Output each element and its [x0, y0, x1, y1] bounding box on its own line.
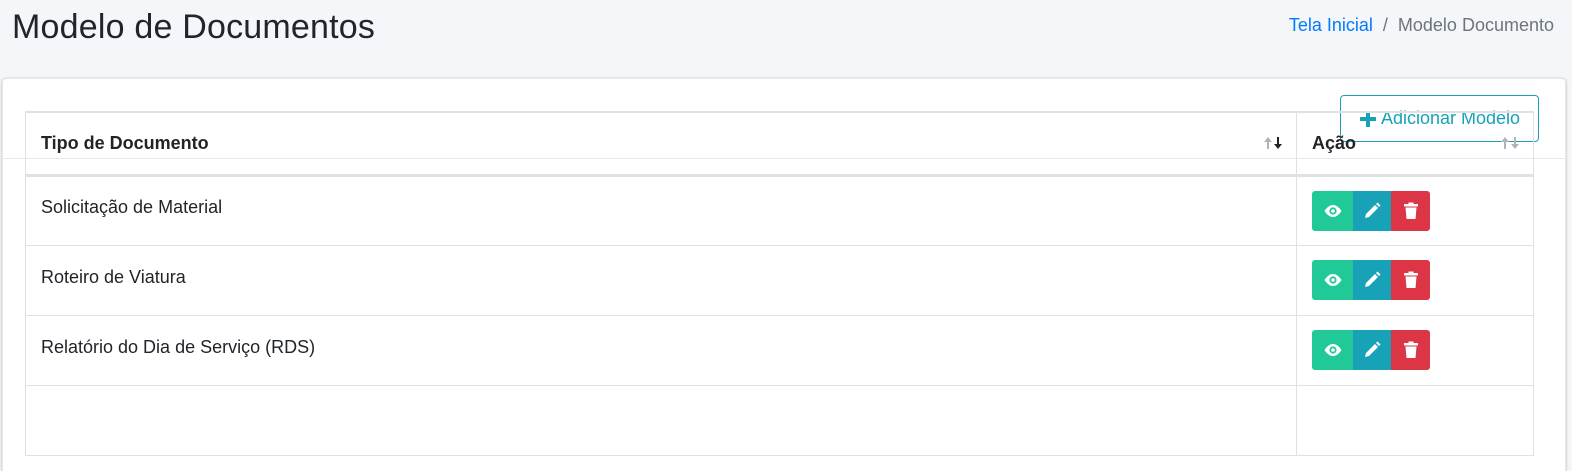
delete-button[interactable]	[1391, 190, 1430, 231]
trash-icon	[1403, 202, 1418, 219]
action-button-group	[1312, 190, 1430, 231]
documents-table-wrapper: Tipo de Documento Ação Solicitação de Ma…	[25, 111, 1534, 456]
view-button[interactable]	[1312, 330, 1353, 370]
trash-icon	[1403, 341, 1418, 358]
document-type-cell: Roteiro de Viatura	[25, 244, 1297, 316]
pencil-icon	[1365, 202, 1381, 218]
column-header-label: Ação	[1312, 132, 1357, 153]
action-cell	[1296, 174, 1534, 246]
action-cell	[1296, 384, 1534, 456]
document-type-cell: Relatório do Dia de Serviço (RDS)	[25, 314, 1297, 386]
page-title: Modelo de Documentos	[12, 8, 376, 46]
view-button[interactable]	[1312, 260, 1353, 300]
table-row	[25, 384, 1534, 456]
breadcrumb-home-link[interactable]: Tela Inicial	[1289, 15, 1373, 36]
trash-icon	[1403, 271, 1418, 288]
edit-button[interactable]	[1353, 330, 1391, 370]
eye-icon	[1324, 204, 1341, 217]
pencil-icon	[1365, 341, 1381, 357]
table-row: Solicitação de Material	[25, 174, 1534, 246]
sort-icon[interactable]	[1499, 135, 1521, 151]
action-cell	[1296, 244, 1534, 316]
table-row: Roteiro de Viatura	[25, 244, 1534, 316]
document-type-text: Solicitação de Material	[41, 197, 223, 217]
breadcrumb: Tela Inicial / Modelo Documento	[1289, 15, 1554, 36]
column-header-action[interactable]: Ação	[1296, 111, 1534, 177]
delete-button[interactable]	[1391, 330, 1430, 370]
breadcrumb-separator: /	[1382, 15, 1388, 35]
sort-desc-icon[interactable]	[1262, 135, 1284, 151]
document-type-text: Roteiro de Viatura	[41, 266, 186, 287]
delete-button[interactable]	[1391, 260, 1430, 300]
action-button-group	[1312, 330, 1430, 370]
document-type-cell: Solicitação de Material	[25, 174, 1297, 246]
action-button-group	[1312, 260, 1430, 300]
column-header-document-type[interactable]: Tipo de Documento	[25, 111, 1297, 177]
table-row: Relatório do Dia de Serviço (RDS)	[25, 314, 1534, 386]
view-button[interactable]	[1312, 190, 1353, 231]
documents-table: Tipo de Documento Ação Solicitação de Ma…	[25, 111, 1534, 456]
action-cell	[1296, 314, 1534, 386]
edit-button[interactable]	[1353, 260, 1391, 300]
pencil-icon	[1365, 271, 1381, 287]
eye-icon	[1324, 274, 1341, 286]
breadcrumb-current: Modelo Documento	[1397, 15, 1554, 35]
table-header-row: Tipo de Documento Ação	[25, 111, 1534, 177]
document-type-cell	[25, 384, 1297, 456]
column-header-label: Tipo de Documento	[41, 132, 209, 153]
document-type-text: Relatório do Dia de Serviço (RDS)	[41, 336, 316, 357]
eye-icon	[1324, 344, 1341, 356]
edit-button[interactable]	[1353, 190, 1391, 231]
page-header: Modelo de Documentos Tela Inicial / Mode…	[0, 0, 1572, 78]
